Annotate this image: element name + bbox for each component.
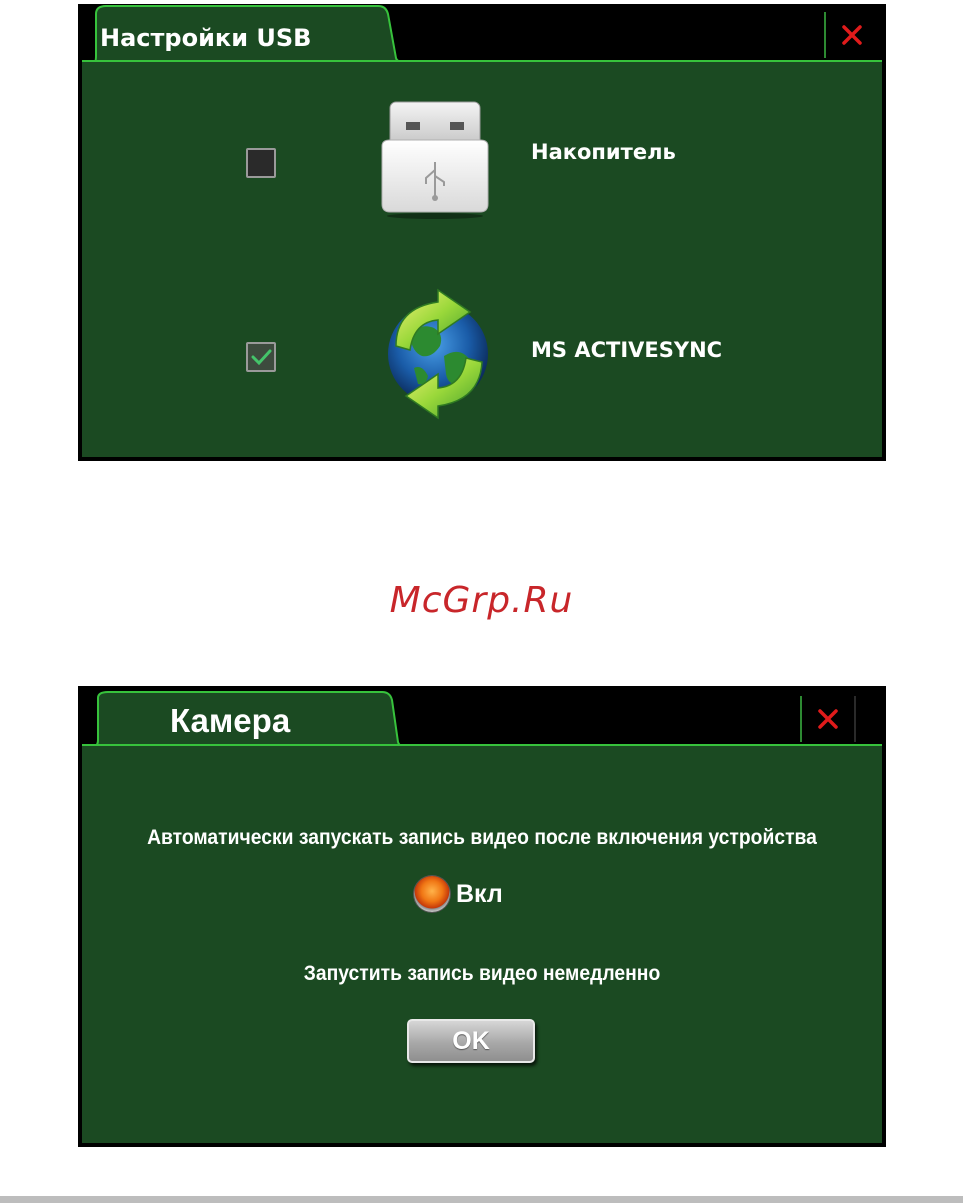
usb-settings-dialog: Настройки USB Накопитель MS ACTIVESYNC [78, 4, 886, 461]
page-bottom-rule [0, 1196, 963, 1203]
camera-dialog-close-button[interactable] [800, 696, 856, 742]
usb-drive-icon [376, 96, 494, 220]
auto-record-text: Автоматически запускать запись видео пос… [147, 826, 817, 849]
record-now-text: Запустить запись видео немедленно [303, 962, 661, 985]
usb-dialog-title: Настройки USB [100, 24, 312, 52]
camera-dialog: Камера Автоматически запускать запись ви… [78, 686, 886, 1147]
camera-dialog-body: Автоматически запускать запись видео пос… [82, 744, 882, 1143]
usb-dialog-header: Настройки USB [78, 4, 886, 64]
radio-on-icon [414, 876, 450, 912]
usb-dialog-body: Накопитель MS ACTIVESYNC [82, 60, 882, 457]
close-x-icon [842, 25, 862, 45]
auto-record-radio[interactable]: Вкл [414, 876, 503, 912]
camera-dialog-title: Камера [170, 702, 291, 739]
activesync-globe-icon [374, 286, 504, 420]
activesync-checkbox[interactable] [246, 342, 276, 372]
usb-dialog-close-button[interactable] [824, 12, 878, 58]
checkmark-icon [251, 349, 272, 366]
camera-dialog-tab: Камера [78, 686, 403, 748]
storage-label: Накопитель [531, 140, 676, 164]
storage-checkbox[interactable] [246, 148, 276, 178]
ok-button[interactable]: OK [407, 1019, 535, 1063]
watermark-text: McGrp.Ru [389, 580, 574, 621]
usb-dialog-tab: Настройки USB [78, 4, 403, 64]
radio-on-label: Вкл [456, 879, 503, 908]
close-x-icon [818, 709, 838, 729]
activesync-label: MS ACTIVESYNC [531, 338, 723, 362]
camera-dialog-header: Камера [78, 686, 886, 748]
